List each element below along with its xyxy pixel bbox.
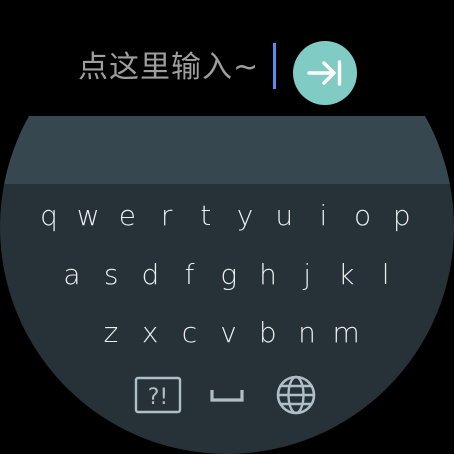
key-h[interactable]: h (253, 255, 283, 295)
globe-icon (276, 375, 316, 415)
symbols-icon: ?! (134, 376, 182, 414)
space-key[interactable] (203, 375, 251, 415)
space-icon (210, 390, 244, 402)
key-w[interactable]: w (73, 196, 103, 236)
key-v[interactable]: v (214, 313, 244, 353)
suggestion-strip (0, 116, 454, 184)
key-a[interactable]: a (57, 255, 87, 295)
symbols-label: ?! (148, 385, 169, 410)
key-t[interactable]: t (191, 196, 221, 236)
key-x[interactable]: x (135, 313, 165, 353)
key-q[interactable]: q (34, 196, 64, 236)
key-z[interactable]: z (96, 313, 126, 353)
key-d[interactable]: d (135, 255, 165, 295)
key-r[interactable]: r (152, 196, 182, 236)
key-f[interactable]: f (175, 255, 205, 295)
key-y[interactable]: y (230, 196, 260, 236)
key-m[interactable]: m (331, 313, 361, 353)
key-i[interactable]: i (308, 196, 338, 236)
language-key[interactable] (272, 375, 320, 415)
key-l[interactable]: l (371, 255, 401, 295)
key-j[interactable]: j (292, 255, 322, 295)
key-c[interactable]: c (174, 313, 204, 353)
key-n[interactable]: n (292, 313, 322, 353)
watch-screen: 点这里输入~ qwertyuiopasdfghjklzxcvbnm ?! (0, 0, 454, 454)
keyboard-row: qwertyuiop (0, 196, 454, 236)
key-b[interactable]: b (253, 313, 283, 353)
symbols-key[interactable]: ?! (134, 375, 182, 415)
keyboard-row: zxcvbnm (0, 313, 454, 353)
key-e[interactable]: e (112, 196, 142, 236)
key-g[interactable]: g (214, 255, 244, 295)
key-o[interactable]: o (348, 196, 378, 236)
key-s[interactable]: s (96, 255, 126, 295)
key-p[interactable]: p (387, 196, 417, 236)
key-k[interactable]: k (331, 255, 361, 295)
key-u[interactable]: u (269, 196, 299, 236)
keyboard-row: asdfghjkl (0, 255, 454, 295)
